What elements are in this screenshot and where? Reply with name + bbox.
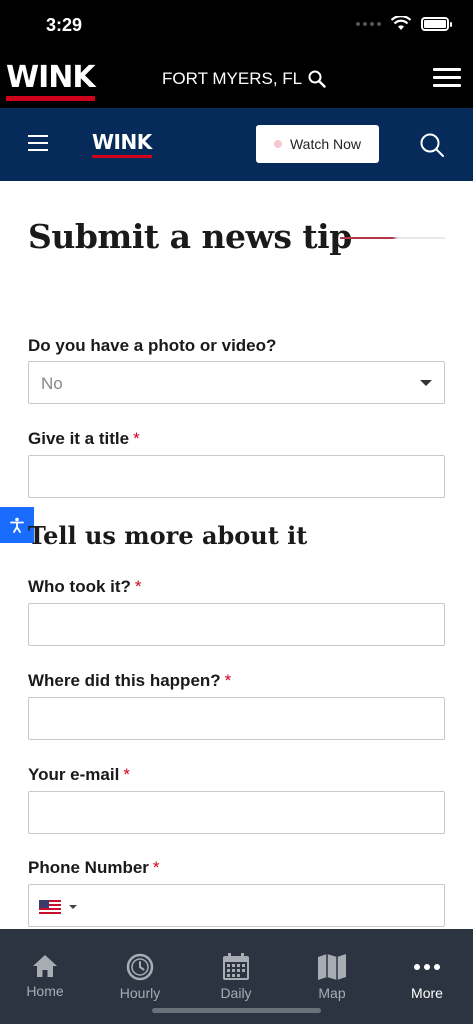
status-icons bbox=[356, 16, 452, 31]
country-chevron-icon bbox=[69, 905, 77, 909]
site-logo[interactable]: WINK bbox=[92, 130, 152, 158]
signal-icon bbox=[356, 21, 381, 26]
logo-text: WINK bbox=[6, 60, 96, 95]
clock-icon bbox=[126, 953, 154, 981]
where-input[interactable] bbox=[28, 697, 445, 740]
page-content: Submit a news tip Do you have a photo or… bbox=[0, 181, 473, 929]
bottom-tab-bar: Home Hourly Daily Map More bbox=[0, 929, 473, 1024]
photo-select-value: No bbox=[41, 374, 63, 393]
required-mark: * bbox=[133, 429, 140, 448]
required-mark: * bbox=[224, 671, 232, 690]
title-divider bbox=[340, 237, 445, 239]
status-time: 3:29 bbox=[46, 15, 83, 35]
where-field-label: Where did this happen? * bbox=[28, 671, 232, 690]
required-mark: * bbox=[134, 577, 142, 596]
phone-field-label: Phone Number * bbox=[28, 858, 160, 877]
search-icon bbox=[308, 70, 326, 88]
tab-daily[interactable]: Daily bbox=[189, 929, 283, 1009]
tab-daily-label: Daily bbox=[220, 985, 252, 1001]
site-logo-text: WINK bbox=[92, 130, 152, 154]
home-icon bbox=[33, 955, 57, 977]
us-flag-icon[interactable] bbox=[39, 900, 61, 914]
location-label: FORT MYERS, FL bbox=[162, 69, 303, 88]
tab-hourly[interactable]: Hourly bbox=[93, 929, 187, 1009]
photo-question-label: Do you have a photo or video? bbox=[28, 336, 277, 355]
tab-home[interactable]: Home bbox=[0, 929, 92, 1009]
accessibility-icon bbox=[10, 517, 24, 533]
status-bar: 3:29 bbox=[0, 0, 473, 50]
calendar-icon bbox=[223, 953, 249, 980]
watch-now-label: Watch Now bbox=[289, 136, 362, 152]
location-selector[interactable]: FORT MYERS, FL bbox=[162, 69, 326, 89]
required-mark: * bbox=[152, 858, 160, 877]
main-menu-button[interactable] bbox=[433, 68, 461, 88]
wifi-icon bbox=[391, 16, 411, 30]
tab-map[interactable]: Map bbox=[285, 929, 379, 1009]
who-input[interactable] bbox=[28, 603, 445, 646]
live-dot-icon bbox=[273, 140, 282, 148]
title-field-label: Give it a title * bbox=[28, 429, 140, 448]
section-title: Tell us more about it bbox=[28, 521, 308, 550]
tab-more-label: More bbox=[411, 985, 443, 1001]
watch-now-button[interactable]: Watch Now bbox=[256, 125, 379, 163]
tab-home-label: Home bbox=[26, 983, 64, 999]
tab-hourly-label: Hourly bbox=[119, 985, 161, 1001]
site-menu-button[interactable] bbox=[28, 135, 48, 151]
phone-input[interactable] bbox=[28, 884, 445, 927]
site-nav-bar: WINK Watch Now bbox=[0, 108, 473, 181]
email-input[interactable] bbox=[28, 791, 445, 834]
photo-select[interactable]: No bbox=[28, 361, 445, 404]
logo-underline bbox=[6, 96, 95, 101]
site-logo-underline bbox=[92, 155, 152, 158]
more-icon bbox=[414, 964, 440, 970]
who-field-label: Who took it? * bbox=[28, 577, 142, 596]
battery-icon bbox=[421, 16, 452, 31]
wink-logo[interactable]: WINK bbox=[6, 60, 96, 101]
tab-more[interactable]: More bbox=[380, 929, 473, 1009]
tab-map-label: Map bbox=[318, 985, 346, 1001]
page-title: Submit a news tip bbox=[28, 217, 352, 256]
site-search-icon[interactable] bbox=[419, 132, 445, 158]
map-icon bbox=[318, 954, 346, 980]
home-indicator bbox=[152, 1008, 321, 1013]
email-field-label: Your e-mail * bbox=[28, 765, 130, 784]
title-input[interactable] bbox=[28, 455, 445, 498]
chevron-down-icon bbox=[420, 380, 432, 386]
top-header: WINK FORT MYERS, FL bbox=[0, 50, 473, 108]
required-mark: * bbox=[123, 765, 130, 784]
